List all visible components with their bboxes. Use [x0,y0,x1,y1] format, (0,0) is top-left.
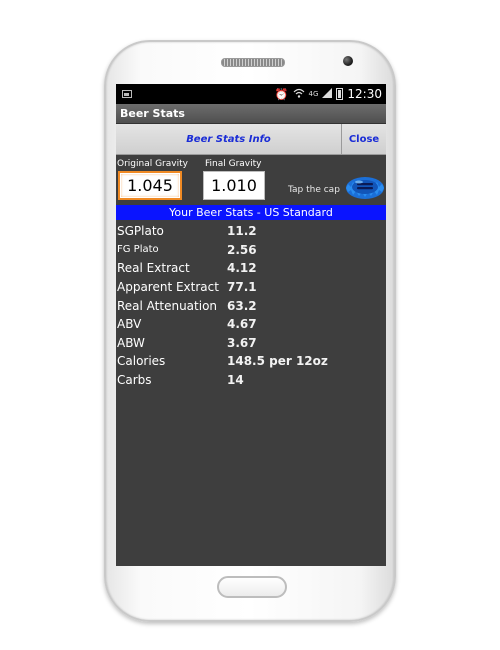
stat-label: ABW [117,335,145,350]
original-gravity-input[interactable]: 1.045 [118,171,182,200]
stat-row-carbs: Carbs 14 [116,371,386,390]
stat-value: 4.12 [227,261,257,276]
final-gravity-input[interactable]: 1.010 [203,171,265,200]
stat-row-apparent-extract: Apparent Extract 77.1 [116,278,386,297]
stat-label: Carbs [117,373,152,388]
stats-header: Your Beer Stats - US Standard [116,205,386,220]
stat-value: 2.56 [227,242,257,257]
signal-icon [322,87,333,101]
stat-value: 14 [227,373,244,388]
stat-row-fg-plato: FG Plato 2.56 [116,241,386,260]
stat-label: FG Plato [117,244,159,256]
original-gravity-label: Original Gravity [117,159,188,169]
stat-value: 11.2 [227,224,257,239]
beer-stats-info-button[interactable]: Beer Stats Info [116,124,342,154]
stat-row-abv: ABV 4.67 [116,315,386,334]
stat-row-real-attenuation: Real Attenuation 63.2 [116,296,386,315]
bottle-cap-icon[interactable] [345,172,385,200]
stat-label: SGPlato [117,224,164,239]
stat-value: 77.1 [227,280,257,295]
stat-label: Calories [117,354,166,369]
stat-value: 3.67 [227,335,257,350]
stat-value: 63.2 [227,298,257,313]
stat-label: Apparent Extract [117,280,219,295]
speaker-grille [221,58,285,67]
stat-label: ABV [117,317,142,332]
app-title: Beer Stats [120,107,185,120]
stat-value: 148.5 per 12oz [227,354,328,369]
stat-label: Real Extract [117,261,190,276]
stat-row-abw: ABW 3.67 [116,334,386,353]
stat-row-sgplato: SGPlato 11.2 [116,222,386,241]
stat-label: Real Attenuation [117,298,218,313]
stat-value: 4.67 [227,317,257,332]
image-notification-icon [122,90,132,98]
action-bar: Beer Stats Info Close [116,124,386,155]
stage: ⏰ 4G 12:30 Beer Stats Beer Stats Info Cl… [0,0,500,650]
status-time: 12:30 [347,87,382,101]
stat-row-calories: Calories 148.5 per 12oz [116,352,386,371]
signal-icon-svg [322,87,333,98]
phone-screen: ⏰ 4G 12:30 Beer Stats Beer Stats Info Cl… [116,84,386,566]
alarm-icon: ⏰ [274,87,289,101]
front-camera [343,56,353,66]
wifi-icon [293,88,305,101]
wifi-icon-svg [293,88,304,98]
tap-the-cap-label: Tap the cap [288,185,340,195]
stats-list: SGPlato 11.2 FG Plato 2.56 Real Extract … [116,220,386,389]
stats-header-text: Your Beer Stats - US Standard [169,206,333,219]
gravity-inputs: Original Gravity Final Gravity 1.045 1.0… [116,155,386,205]
stat-row-real-extract: Real Extract 4.12 [116,259,386,278]
battery-icon [336,88,344,100]
network-type-label: 4G [308,90,319,98]
home-button[interactable] [217,576,287,598]
final-gravity-label: Final Gravity [205,159,262,169]
close-button[interactable]: Close [342,124,386,154]
status-bar: ⏰ 4G 12:30 [116,84,386,104]
app-title-bar: Beer Stats [116,104,386,124]
